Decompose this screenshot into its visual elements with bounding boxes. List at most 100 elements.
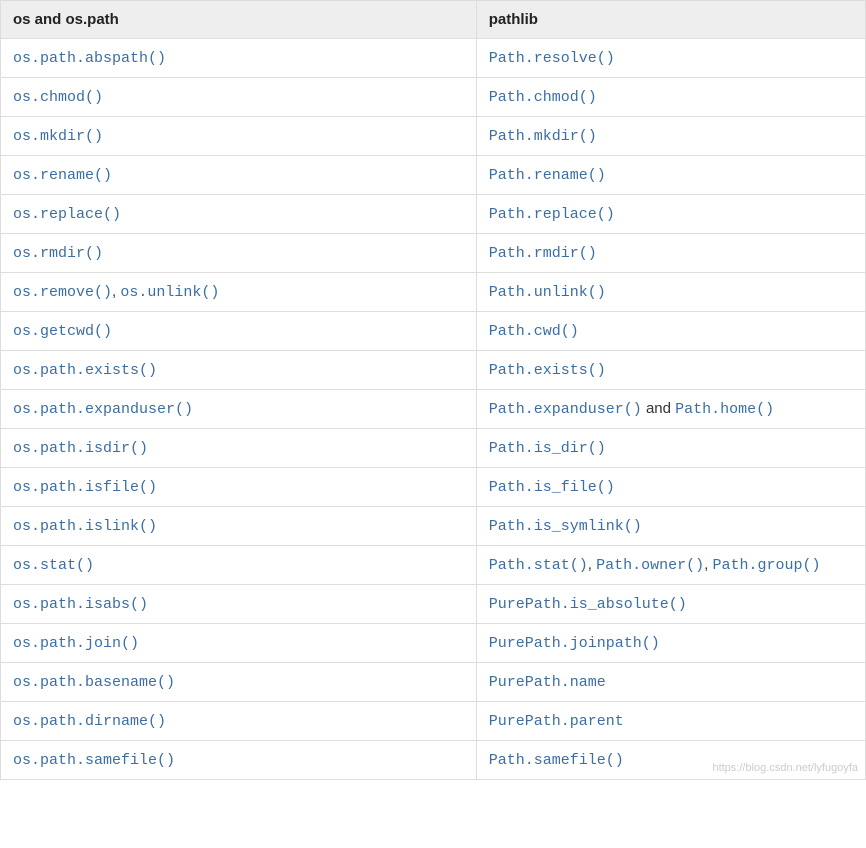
api-link[interactable]: os.getcwd() [13, 323, 112, 340]
api-link[interactable]: PurePath.joinpath() [489, 635, 660, 652]
api-link[interactable]: Path.expanduser() [489, 401, 642, 418]
api-link[interactable]: os.path.basename() [13, 674, 175, 691]
os-cell: os.path.join() [1, 624, 477, 663]
api-link[interactable]: os.path.expanduser() [13, 401, 193, 418]
api-link[interactable]: Path.is_dir() [489, 440, 606, 457]
api-link[interactable]: Path.chmod() [489, 89, 597, 106]
os-cell: os.remove(), os.unlink() [1, 273, 477, 312]
api-link[interactable]: Path.mkdir() [489, 128, 597, 145]
header-pathlib: pathlib [476, 1, 865, 39]
api-link[interactable]: Path.rmdir() [489, 245, 597, 262]
table-row: os.rename() Path.rename() [1, 156, 866, 195]
api-link[interactable]: Path.replace() [489, 206, 615, 223]
api-link[interactable]: os.path.samefile() [13, 752, 175, 769]
api-link[interactable]: os.path.dirname() [13, 713, 166, 730]
pathlib-cell: PurePath.is_absolute() [476, 585, 865, 624]
api-link[interactable]: os.unlink() [120, 284, 219, 301]
pathlib-cell: Path.is_file() [476, 468, 865, 507]
api-link[interactable]: Path.owner() [596, 557, 704, 574]
table-row: os.path.isdir() Path.is_dir() [1, 429, 866, 468]
os-cell: os.path.exists() [1, 351, 477, 390]
pathlib-cell: Path.replace() [476, 195, 865, 234]
api-link[interactable]: os.path.islink() [13, 518, 157, 535]
api-link[interactable]: PurePath.is_absolute() [489, 596, 687, 613]
os-cell: os.replace() [1, 195, 477, 234]
table-row: os.path.expanduser() Path.expanduser() an… [1, 390, 866, 429]
pathlib-cell: Path.rename() [476, 156, 865, 195]
api-link[interactable]: os.chmod() [13, 89, 103, 106]
pathlib-cell: Path.is_symlink() [476, 507, 865, 546]
api-link[interactable]: PurePath.name [489, 674, 606, 691]
os-cell: os.mkdir() [1, 117, 477, 156]
os-cell: os.rmdir() [1, 234, 477, 273]
table-row: os.rmdir() Path.rmdir() [1, 234, 866, 273]
os-cell: os.path.isdir() [1, 429, 477, 468]
join-comma: , [588, 556, 596, 573]
table-row: os.stat() Path.stat(), Path.owner(), Path… [1, 546, 866, 585]
api-link[interactable]: os.rmdir() [13, 245, 103, 262]
table-row: os.replace() Path.replace() [1, 195, 866, 234]
pathlib-cell: Path.mkdir() [476, 117, 865, 156]
os-cell: os.path.expanduser() [1, 390, 477, 429]
api-link[interactable]: os.remove() [13, 284, 112, 301]
api-link[interactable]: Path.unlink() [489, 284, 606, 301]
pathlib-cell: Path.stat(), Path.owner(), Path.group() [476, 546, 865, 585]
table-row: os.chmod() Path.chmod() [1, 78, 866, 117]
table-row: os.mkdir() Path.mkdir() [1, 117, 866, 156]
table-row: os.path.isfile() Path.is_file() [1, 468, 866, 507]
header-os: os and os.path [1, 1, 477, 39]
comparison-table: os and os.path pathlib os.path.abspath()… [0, 0, 866, 780]
api-link[interactable]: os.path.isabs() [13, 596, 148, 613]
os-cell: os.path.basename() [1, 663, 477, 702]
api-link[interactable]: os.replace() [13, 206, 121, 223]
table-row: os.path.isabs() PurePath.is_absolute() [1, 585, 866, 624]
pathlib-cell: Path.cwd() [476, 312, 865, 351]
api-link[interactable]: os.path.exists() [13, 362, 157, 379]
os-cell: os.stat() [1, 546, 477, 585]
pathlib-cell: Path.unlink() [476, 273, 865, 312]
api-link[interactable]: Path.home() [675, 401, 774, 418]
api-link[interactable]: Path.samefile() [489, 752, 624, 769]
os-cell: os.path.samefile() [1, 741, 477, 780]
join-comma: , [704, 556, 712, 573]
api-link[interactable]: Path.group() [713, 557, 821, 574]
os-cell: os.getcwd() [1, 312, 477, 351]
pathlib-cell: PurePath.joinpath() [476, 624, 865, 663]
api-link[interactable]: os.path.abspath() [13, 50, 166, 67]
api-link[interactable]: Path.is_symlink() [489, 518, 642, 535]
api-link[interactable]: PurePath.parent [489, 713, 624, 730]
api-link[interactable]: os.rename() [13, 167, 112, 184]
table-row: os.path.basename() PurePath.name [1, 663, 866, 702]
page-wrap: os and os.path pathlib os.path.abspath()… [0, 0, 866, 780]
table-header-row: os and os.path pathlib [1, 1, 866, 39]
api-link[interactable]: os.mkdir() [13, 128, 103, 145]
api-link[interactable]: os.stat() [13, 557, 94, 574]
os-cell: os.path.islink() [1, 507, 477, 546]
api-link[interactable]: Path.resolve() [489, 50, 615, 67]
table-body: os.path.abspath() Path.resolve() os.chmod(… [1, 39, 866, 780]
api-link[interactable]: os.path.isdir() [13, 440, 148, 457]
api-link[interactable]: os.path.join() [13, 635, 139, 652]
os-cell: os.path.isfile() [1, 468, 477, 507]
pathlib-cell: PurePath.parent [476, 702, 865, 741]
os-cell: os.rename() [1, 156, 477, 195]
table-row: os.path.abspath() Path.resolve() [1, 39, 866, 78]
pathlib-cell: Path.chmod() [476, 78, 865, 117]
table-row: os.getcwd() Path.cwd() [1, 312, 866, 351]
pathlib-cell: Path.rmdir() [476, 234, 865, 273]
api-link[interactable]: Path.is_file() [489, 479, 615, 496]
api-link[interactable]: Path.cwd() [489, 323, 579, 340]
api-link[interactable]: os.path.isfile() [13, 479, 157, 496]
os-cell: os.path.dirname() [1, 702, 477, 741]
api-link[interactable]: Path.exists() [489, 362, 606, 379]
os-cell: os.chmod() [1, 78, 477, 117]
pathlib-cell: PurePath.name [476, 663, 865, 702]
table-row: os.path.exists() Path.exists() [1, 351, 866, 390]
api-link[interactable]: Path.stat() [489, 557, 588, 574]
table-row: os.remove(), os.unlink() Path.unlink() [1, 273, 866, 312]
table-row: os.path.dirname() PurePath.parent [1, 702, 866, 741]
pathlib-cell: Path.exists() [476, 351, 865, 390]
api-link[interactable]: Path.rename() [489, 167, 606, 184]
join-and: and [642, 400, 675, 417]
pathlib-cell: Path.resolve() [476, 39, 865, 78]
